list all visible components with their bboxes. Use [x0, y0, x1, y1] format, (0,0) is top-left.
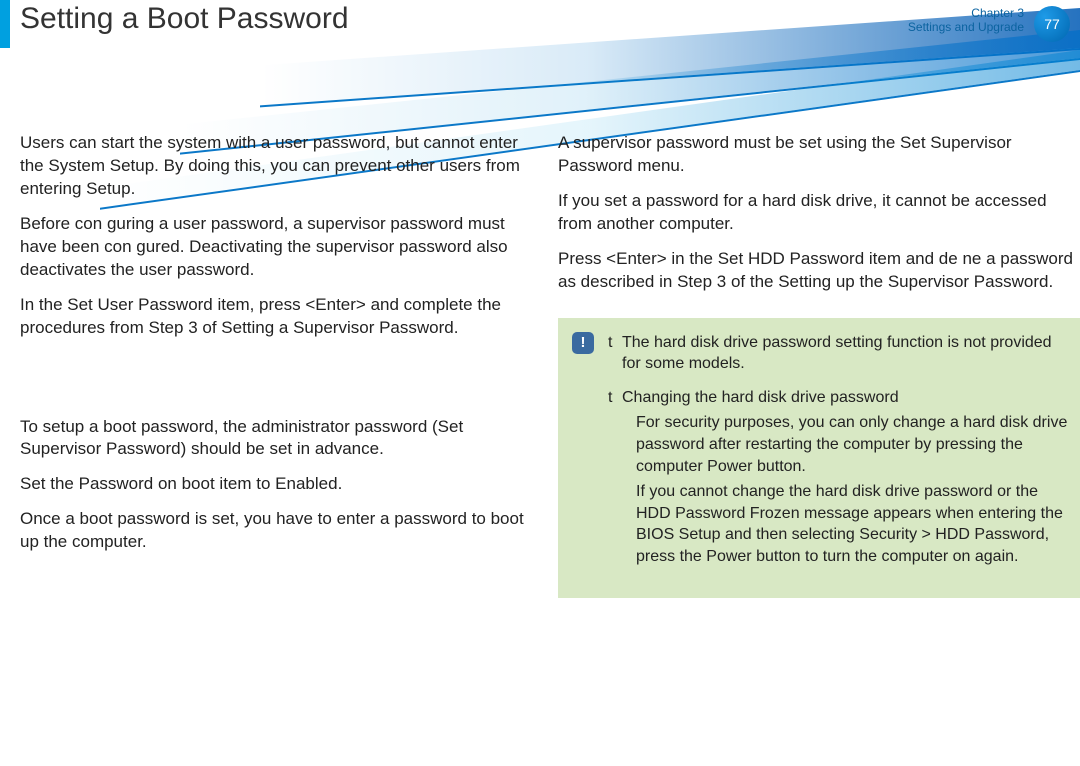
note-item: t The hard disk drive password setting f…: [608, 332, 1068, 375]
note-text: For security purposes, you can only chan…: [622, 412, 1068, 477]
accent-tab: [0, 0, 10, 48]
body-text: A supervisor password must be set using …: [558, 132, 1078, 178]
bold-term: Power: [707, 458, 752, 475]
body-text: Set the Password on boot item to Enabled…: [20, 473, 540, 496]
key-name: Enter: [315, 295, 356, 314]
page-header: Setting a Boot Password Chapter 3 Settin…: [0, 0, 1080, 92]
text: For security purposes, you can only chan…: [636, 414, 1067, 474]
text: In the: [20, 295, 67, 314]
note-subtitle: Changing the hard disk drive password: [622, 389, 899, 406]
chapter-number: Chapter 3: [908, 6, 1024, 20]
text: item, press <: [213, 295, 316, 314]
chapter-subtitle: Settings and Upgrade: [908, 20, 1024, 34]
right-column: A supervisor password must be set using …: [558, 132, 1078, 598]
text: button to turn the computer on again.: [752, 548, 1019, 565]
body-text: To setup a boot password, the administra…: [20, 416, 540, 462]
text: If you cannot change the hard disk drive…: [636, 483, 1038, 500]
body-text: Users can start the system with a user p…: [20, 132, 540, 201]
page-number-badge: 77: [1034, 6, 1070, 42]
text: .: [338, 474, 343, 493]
spacer: [20, 352, 540, 416]
bold-term: supervisor password: [307, 214, 463, 233]
note-text: If you cannot change the hard disk drive…: [622, 481, 1068, 567]
key-name: Enter: [616, 249, 657, 268]
page-title: Setting a Boot Password: [20, 2, 349, 36]
text: > in the: [657, 249, 718, 268]
text: item to: [215, 474, 275, 493]
body-text: Once a boot password is set, you have to…: [20, 508, 540, 554]
bold-term: Set User Password: [67, 295, 213, 314]
bullet-icon: t: [608, 332, 612, 354]
body-text: In the Set User Password item, press <En…: [20, 294, 540, 340]
alert-icon: !: [572, 332, 594, 354]
note-box: ! t The hard disk drive password setting…: [558, 318, 1080, 598]
left-column: Users can start the system with a user p…: [20, 132, 558, 598]
text: ) should be set in advance.: [181, 439, 384, 458]
bold-term: Password on boot: [79, 474, 215, 493]
text: button.: [753, 458, 806, 475]
bold-term: Enabled: [275, 474, 337, 493]
note-item: t Changing the hard disk drive password …: [608, 387, 1068, 568]
text: Set the: [20, 474, 79, 493]
bullet-icon: t: [608, 387, 612, 409]
bold-term: Set HDD Password: [718, 249, 864, 268]
text: To setup a boot password, the administra…: [20, 417, 438, 436]
page-content: Users can start the system with a user p…: [0, 92, 1080, 598]
body-text: If you set a password for a hard disk dr…: [558, 190, 1078, 236]
bold-term: Power: [706, 548, 751, 565]
body-text: Before con guring a user password, a sup…: [20, 213, 540, 282]
text: Press <: [558, 249, 616, 268]
text: Before con guring a user password, a: [20, 214, 307, 233]
bold-term: HDD Password Frozen: [636, 505, 800, 522]
bold-term: Security > HDD Password: [859, 526, 1044, 543]
note-text: The hard disk drive password setting fun…: [622, 334, 1052, 373]
body-text: Press <Enter> in the Set HDD Password it…: [558, 248, 1078, 294]
chapter-label: Chapter 3 Settings and Upgrade: [908, 6, 1024, 35]
